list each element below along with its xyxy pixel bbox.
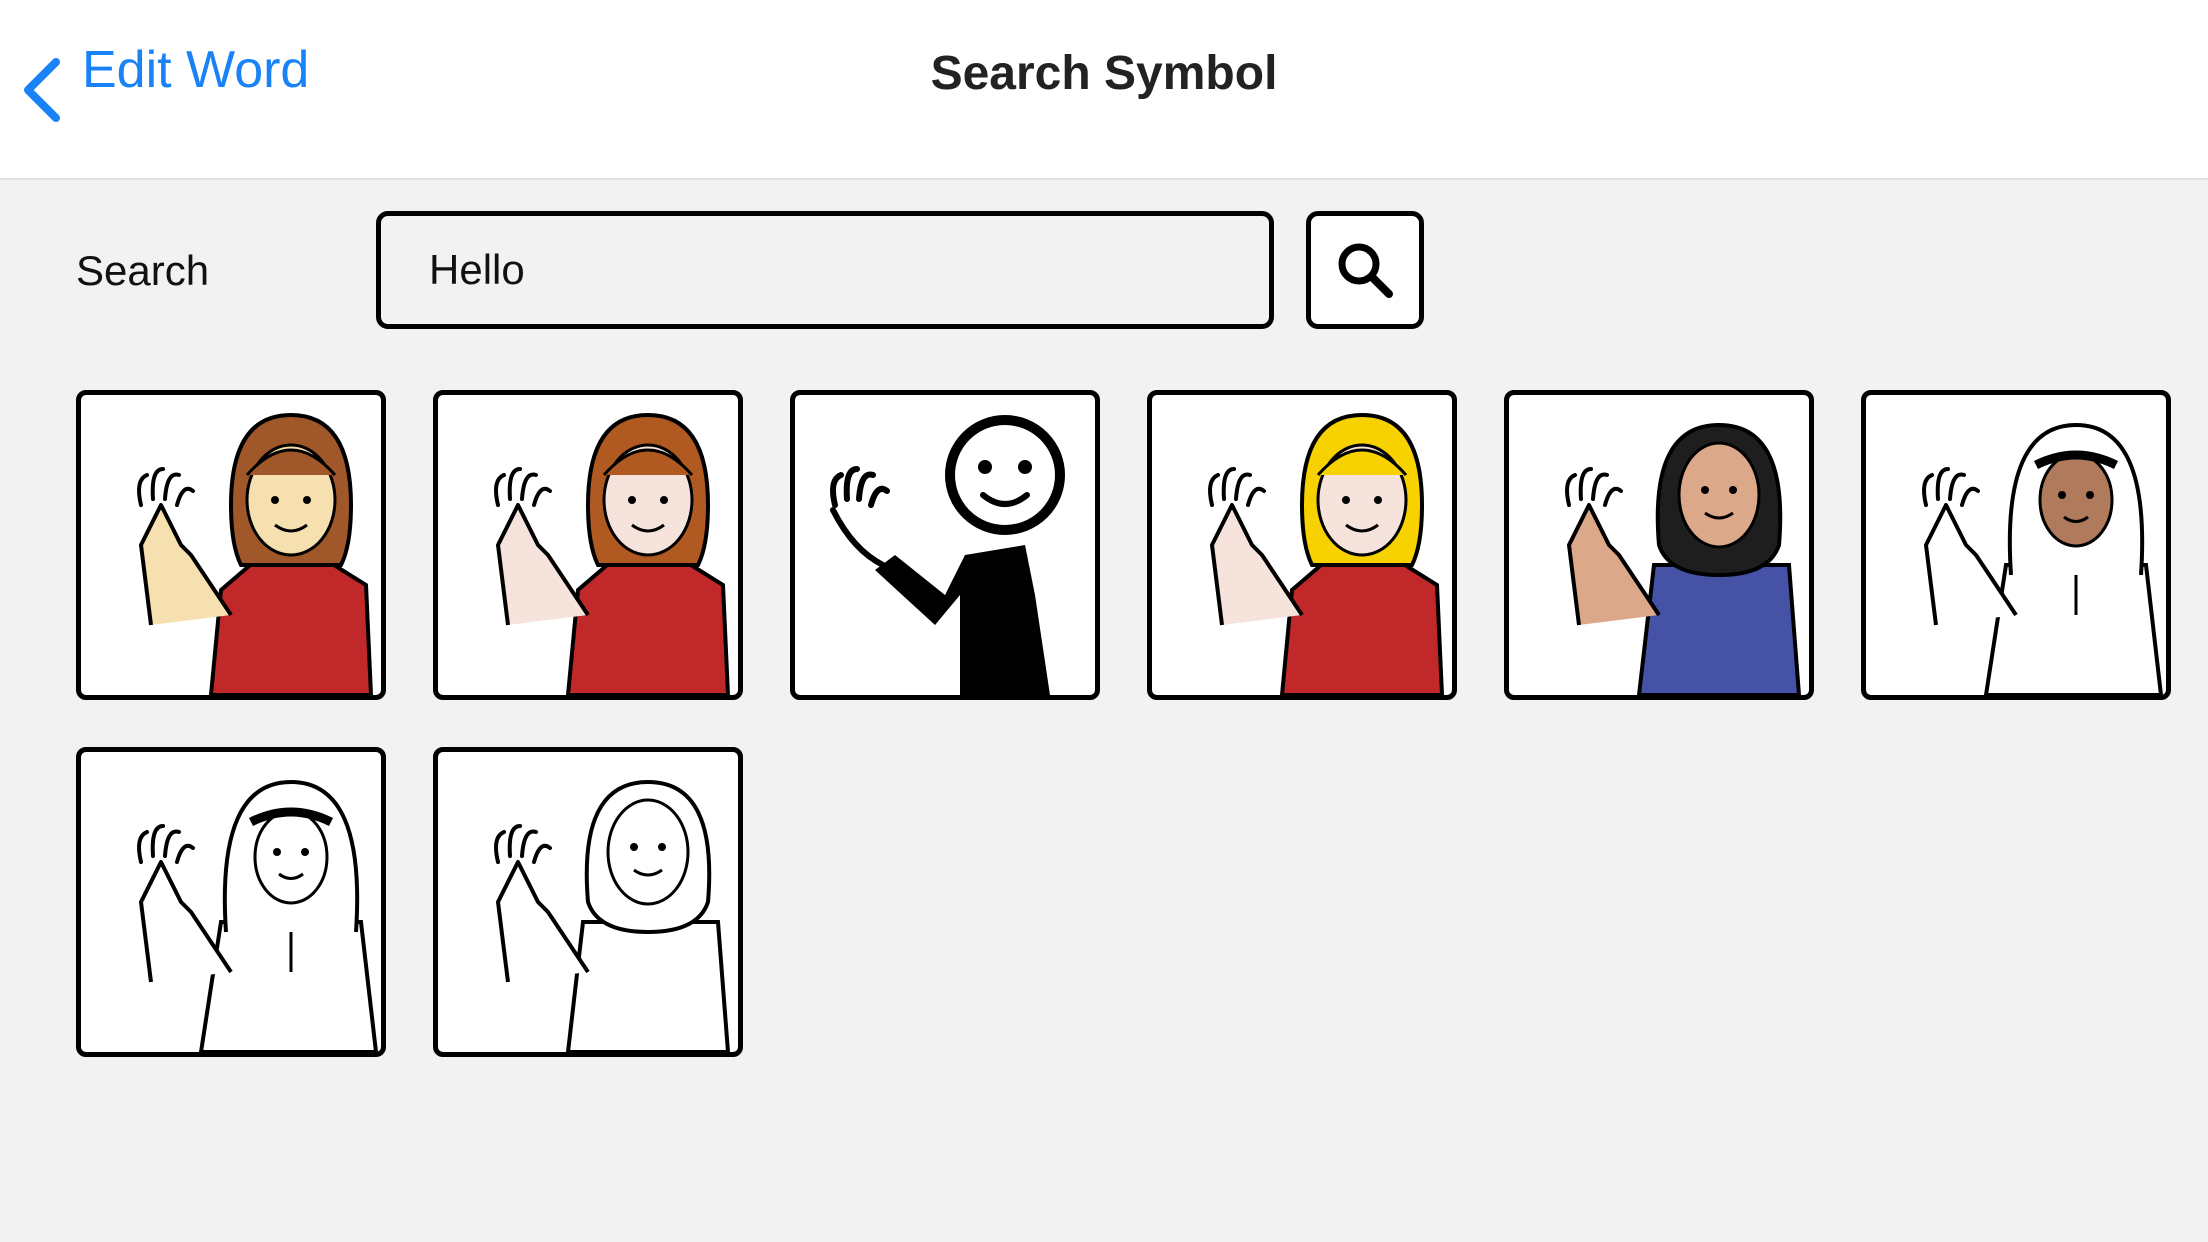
symbol-tile[interactable] <box>1147 390 1457 700</box>
search-label: Search <box>76 247 210 294</box>
symbol-tile[interactable] <box>433 390 743 700</box>
symbol-tile[interactable] <box>76 390 386 700</box>
symbol-tile[interactable] <box>1861 390 2171 700</box>
man-ghutra-waving-symbol <box>1922 422 2164 695</box>
man-ghutra-outline-waving-symbol <box>137 779 379 1052</box>
navigation-bar: Edit Word Search Symbol <box>0 0 2208 180</box>
stick-figure-waving-symbol <box>830 415 1065 695</box>
symbol-tile[interactable] <box>76 747 386 1057</box>
search-input[interactable] <box>376 211 1274 329</box>
search-icon <box>1338 243 1393 298</box>
woman-hijab-outline-waving-symbol <box>494 779 731 1052</box>
page-title: Search Symbol <box>930 47 1278 100</box>
symbol-tile[interactable] <box>790 390 1100 700</box>
blonde-girl-waving-symbol <box>1208 412 1445 695</box>
symbol-tile[interactable] <box>433 747 743 1057</box>
symbol-tile[interactable] <box>1504 390 1814 700</box>
search-button[interactable] <box>1306 211 1424 329</box>
girl-waving-symbol <box>494 412 731 695</box>
woman-hijab-waving-symbol <box>1565 422 1802 695</box>
man-raising-hand-symbol <box>137 412 374 695</box>
